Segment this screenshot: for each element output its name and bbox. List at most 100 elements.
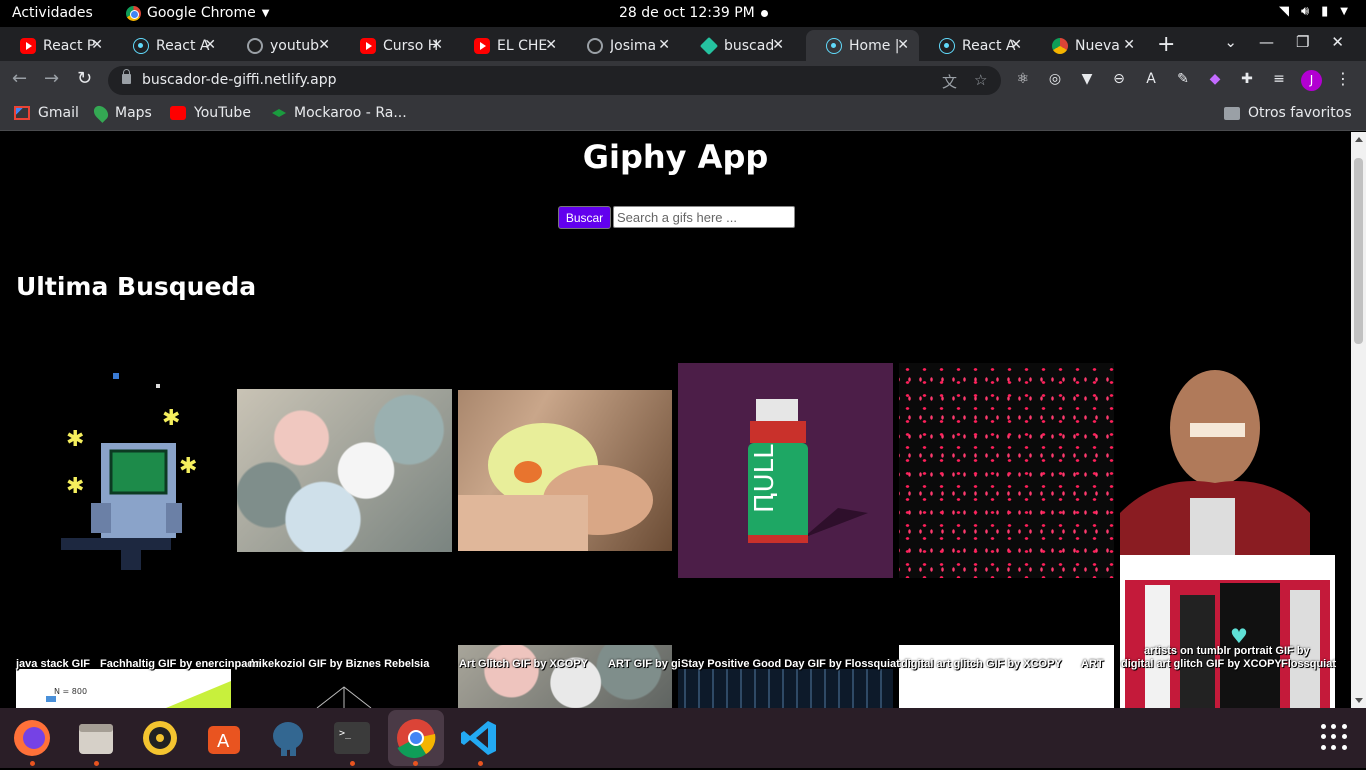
gif-portrait[interactable] (1120, 363, 1335, 555)
profile-avatar[interactable]: J (1301, 70, 1322, 91)
tab[interactable]: Josima ✕ (567, 30, 680, 61)
page-scrollbar[interactable] (1351, 132, 1366, 708)
gif-red-specks[interactable] (899, 363, 1114, 578)
target-extension-icon[interactable]: ◎ (1046, 71, 1064, 89)
url-text[interactable]: buscador-de-giffi.netlify.app (142, 72, 337, 88)
bookmark-gmail[interactable]: Gmail (14, 105, 79, 121)
gif-wire-pyramid[interactable] (237, 669, 452, 708)
gif-glitch-art[interactable]: ♥ (1120, 555, 1335, 708)
tab-active[interactable]: Home | ✕ (806, 30, 919, 61)
tab-search-icon[interactable]: ⌄ (1224, 33, 1237, 51)
clock[interactable]: 28 de oct 12:39 PM (619, 5, 755, 21)
browser-toolbar: ← → ↻ buscador-de-giffi.netlify.app 文 ☆ … (0, 61, 1366, 99)
color-picker-icon[interactable]: ✎ (1174, 71, 1192, 89)
vscode-icon[interactable] (458, 716, 502, 766)
close-icon[interactable]: ✕ (318, 37, 330, 53)
gif-bottle[interactable]: ԤULL (678, 363, 893, 578)
new-tab-button[interactable]: + (1157, 32, 1175, 57)
close-icon[interactable]: ✕ (772, 37, 784, 53)
youtube-icon (474, 37, 490, 54)
tab[interactable]: Nueva ✕ (1032, 30, 1145, 61)
activities-button[interactable]: Actividades (12, 5, 93, 21)
firefox-icon[interactable] (10, 716, 54, 766)
star-icon[interactable]: ☆ (974, 71, 987, 89)
running-indicator (478, 761, 483, 766)
maximize-icon[interactable]: ❐ (1296, 33, 1309, 51)
page-viewport: Giphy App Buscar Ultima Busqueda ✱ ✱ ✱ ✱ (0, 132, 1351, 708)
chrome-dock-icon[interactable] (388, 710, 444, 766)
gif-white-glitch[interactable] (899, 645, 1114, 708)
translate-icon[interactable]: 文 (942, 71, 957, 92)
ubuntu-dock: A >_ (0, 708, 1366, 768)
bookmark-mockaroo[interactable]: Mockaroo - Ra... (272, 105, 407, 121)
vscode-icon-art (461, 721, 496, 755)
tab[interactable]: EL CHE ✕ (454, 30, 567, 61)
system-tray[interactable]: ◥ 🔊︎ ▮ ▼ (1279, 4, 1348, 19)
gif-bird-finger[interactable] (458, 390, 672, 551)
close-icon[interactable]: ✕ (91, 37, 103, 53)
software-store-icon[interactable]: A (202, 716, 246, 760)
search-input[interactable] (613, 206, 795, 228)
react-devtools-icon[interactable]: ⚛ (1014, 71, 1032, 89)
gif-caption: Art Glitch GIF by XCOPY (459, 658, 588, 670)
tab[interactable]: buscad ✕ (681, 30, 794, 61)
rhythmbox-icon[interactable] (138, 716, 182, 760)
files-icon[interactable] (74, 716, 118, 766)
notification-dot-icon (761, 10, 768, 17)
bookmark-other-folder[interactable]: Otros favoritos (1224, 105, 1352, 121)
address-bar[interactable]: buscador-de-giffi.netlify.app 文 ☆ (108, 66, 1001, 95)
close-icon[interactable]: ✕ (1123, 37, 1135, 53)
bookmark-youtube[interactable]: YouTube (170, 105, 251, 121)
gif-caption: artists on tumblr portrait GIF by (1144, 645, 1310, 657)
forward-arrow-icon[interactable]: → (44, 68, 59, 89)
reload-icon[interactable]: ↻ (77, 68, 92, 89)
close-icon[interactable]: ✕ (1010, 37, 1022, 53)
close-icon[interactable]: ✕ (545, 37, 557, 53)
font-extension-icon[interactable]: A (1142, 71, 1160, 89)
gif-dark-glitch[interactable] (678, 669, 893, 708)
tab[interactable]: Curso H ✕ (340, 30, 453, 61)
gif-pastel-blobs-2[interactable] (458, 645, 672, 708)
buscar-button[interactable]: Buscar (558, 206, 611, 229)
close-icon[interactable]: ✕ (897, 37, 909, 53)
gif-robot[interactable]: ✱ ✱ ✱ ✱ (16, 363, 231, 578)
software-store-icon-art: A (208, 726, 240, 754)
postgresql-icon[interactable] (266, 716, 310, 760)
scrollbar-thumb[interactable] (1354, 158, 1363, 344)
app-menu[interactable]: Google Chrome ▼ (126, 5, 269, 21)
close-icon[interactable]: ✕ (204, 37, 216, 53)
scroll-up-arrow-icon[interactable] (1355, 137, 1363, 142)
lock-icon[interactable] (122, 69, 131, 84)
close-icon[interactable]: ✕ (658, 37, 670, 53)
media-queue-icon[interactable]: ≡ (1270, 71, 1288, 89)
tab[interactable]: React P ✕ (0, 30, 113, 61)
more-menu-icon[interactable]: ⋮ (1335, 69, 1351, 88)
tab[interactable]: React A ✕ (113, 30, 226, 61)
react-icon (826, 37, 842, 54)
grid-dot (1331, 724, 1337, 729)
svg-text:>_: >_ (339, 728, 352, 739)
close-window-icon[interactable]: ✕ (1331, 33, 1344, 51)
eraser-extension-icon[interactable]: ◆ (1206, 71, 1224, 89)
gif-caption: Stay Positive Good Day GIF by Flossquiat (681, 658, 900, 670)
gif-chart-image[interactable]: N = 800 (16, 669, 231, 708)
show-applications-icon[interactable] (1321, 724, 1347, 750)
close-icon[interactable]: ✕ (431, 37, 443, 53)
vue-extension-icon[interactable]: ▼ (1078, 71, 1096, 89)
wifi-icon: ◥ (1278, 4, 1289, 19)
svg-text:✱: ✱ (179, 454, 197, 479)
running-indicator (30, 761, 35, 766)
chart-gif-art: N = 800 (46, 681, 231, 708)
gif-pastel-blobs[interactable] (237, 389, 452, 552)
svg-text:N = 800: N = 800 (54, 687, 87, 696)
back-arrow-icon[interactable]: ← (12, 68, 27, 89)
scroll-down-arrow-icon[interactable] (1355, 698, 1363, 703)
bookmark-maps[interactable]: Maps (91, 103, 152, 123)
minimize-icon[interactable]: — (1259, 33, 1274, 51)
tab[interactable]: React A ✕ (919, 30, 1032, 61)
puzzle-icon[interactable]: ✚ (1238, 71, 1256, 89)
terminal-icon[interactable]: >_ (330, 716, 374, 766)
tab[interactable]: youtub ✕ (227, 30, 340, 61)
mockaroo-icon (272, 109, 286, 117)
extension-icon[interactable]: ⊖ (1110, 71, 1128, 89)
